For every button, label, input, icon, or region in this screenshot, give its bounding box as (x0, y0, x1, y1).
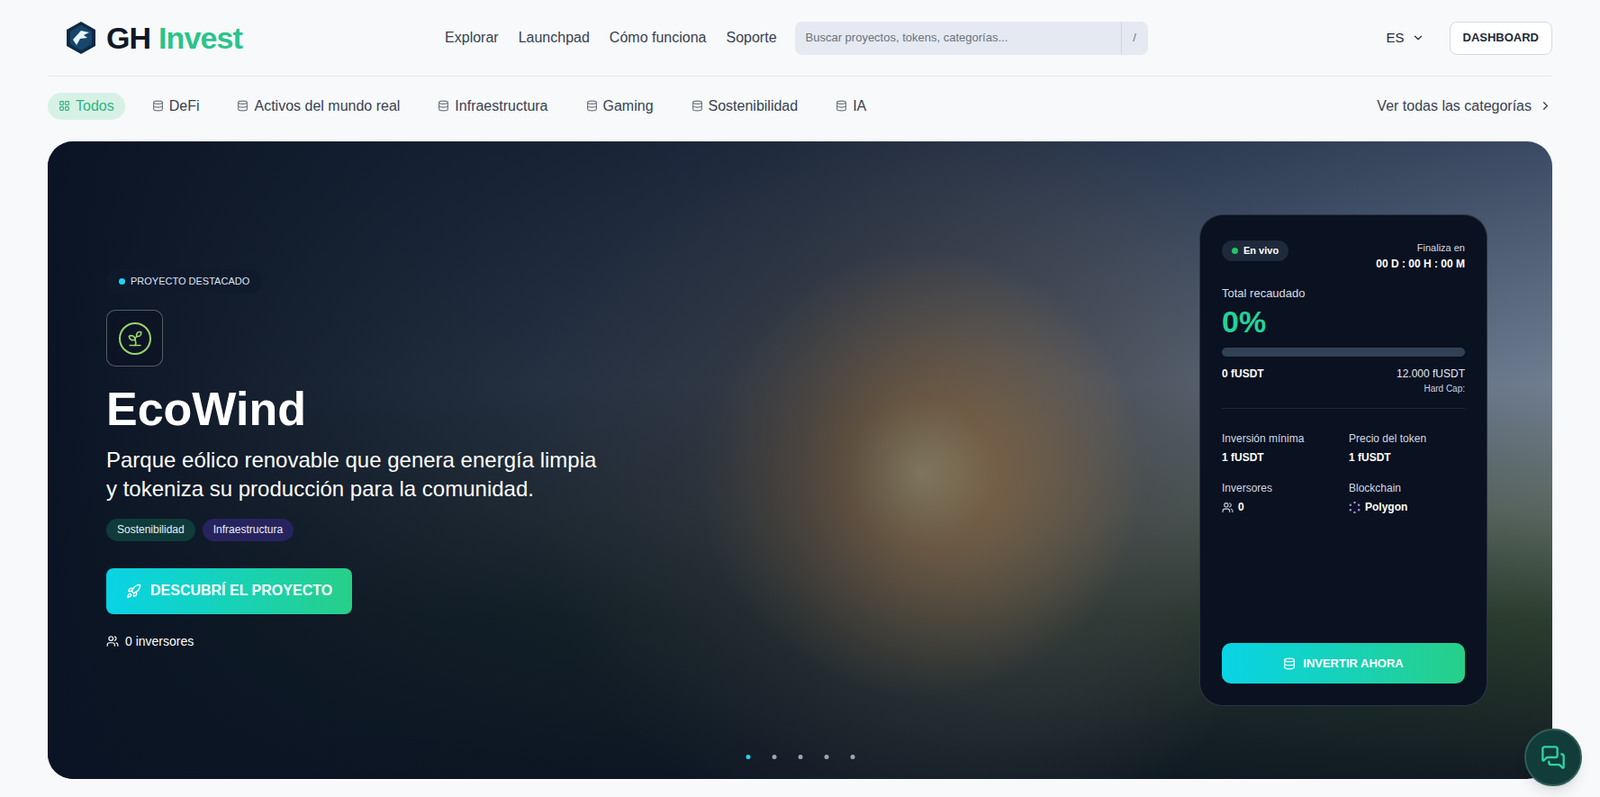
grid-icon (58, 99, 71, 112)
live-dot (1231, 247, 1239, 254)
hero-content: PROYECTO DESTACADO EcoWind Parque eólico r… (106, 269, 597, 651)
chat-icon (1540, 744, 1566, 770)
stat: Precio del token1 fUSDT (1348, 430, 1465, 466)
tag: Sostenibilidad (106, 518, 196, 542)
category-chip[interactable]: Activos del mundo real (225, 92, 411, 120)
database-icon (691, 99, 704, 112)
hard-cap-label: Hard Cap: (1396, 381, 1465, 396)
investor-count: 0 inversores (106, 632, 194, 651)
main-nav: Explorar Launchpad Cómo funciona Soporte (444, 27, 777, 49)
slide-dot[interactable] (849, 754, 855, 760)
database-icon (1283, 657, 1296, 670)
search-field[interactable]: Buscar proyectos, tokens, categorías.../ (795, 21, 1149, 55)
featured-badge: PROYECTO DESTACADO (106, 269, 263, 294)
polygon-icon (1348, 501, 1361, 514)
slide-dot[interactable] (745, 754, 751, 760)
category-chip[interactable]: IA (824, 92, 877, 120)
nav-link[interactable]: Explorar (444, 27, 499, 49)
hard-cap-value: 12.000 fUSDT (1396, 365, 1465, 382)
nav-link[interactable]: Launchpad (518, 27, 590, 49)
category-chip[interactable]: Infraestructura (426, 92, 559, 120)
stat: Inversión mínima1 fUSDT (1221, 430, 1338, 466)
see-all-categories[interactable]: Ver todas las categorías (1376, 95, 1553, 118)
rocket-icon (126, 583, 142, 599)
chat-button[interactable] (1524, 728, 1582, 787)
logo-suffix: Invest (158, 20, 243, 55)
live-status: En vivo (1221, 240, 1289, 262)
category-chip[interactable]: DeFi (141, 92, 211, 120)
database-icon (437, 99, 450, 112)
chevron-right-icon (1538, 99, 1553, 113)
raised-percent: 0% (1221, 305, 1465, 339)
stat: BlockchainPolygon (1348, 479, 1465, 516)
stat: Inversores0 (1221, 479, 1338, 516)
database-icon (835, 99, 848, 112)
raised-label: Total recaudado (1221, 284, 1465, 303)
logo-icon (64, 20, 98, 55)
invest-button[interactable]: INVERTIR AHORA (1221, 642, 1465, 684)
database-icon (586, 99, 598, 112)
project-logo (106, 309, 163, 367)
card-divider (1221, 407, 1465, 409)
countdown: Finaliza en00 D : 00 H : 00 M (1375, 240, 1465, 272)
sale-card: En vivo Finaliza en00 D : 00 H : 00 M Tota… (1199, 214, 1488, 706)
page: GH Invest Explorar Launchpad Cómo funciona S… (0, 0, 1600, 797)
users-icon (106, 634, 119, 648)
dashboard-button[interactable]: DASHBOARD (1449, 21, 1554, 55)
search-placeholder: Buscar proyectos, tokens, categorías... (795, 28, 1121, 47)
project-description: Parque eólico renovable que genera energ… (106, 445, 597, 505)
slide-dot[interactable] (771, 754, 777, 760)
database-icon (236, 99, 249, 112)
discover-button[interactable]: DESCUBRÍ EL PROYECTO (106, 568, 353, 615)
sprout-icon (126, 329, 145, 348)
slide-dots (745, 754, 855, 760)
category-chip[interactable]: Sostenibilidad (680, 92, 810, 120)
project-title: EcoWind (106, 382, 307, 437)
search-shortcut: / (1120, 21, 1149, 55)
logo-prefix: GH (106, 20, 151, 55)
hero-banner: PROYECTO DESTACADO EcoWind Parque eólico r… (47, 141, 1553, 779)
users-icon (1221, 501, 1234, 514)
category-chip[interactable]: Gaming (575, 92, 665, 120)
slide-dot[interactable] (797, 754, 803, 760)
stats-grid: Inversión mínima1 fUSDT Precio del token1… (1221, 430, 1465, 516)
raised-amount: 0 fUSDT (1221, 365, 1265, 382)
progress-bar (1221, 347, 1465, 357)
database-icon (152, 99, 164, 112)
nav-link[interactable]: Cómo funciona (609, 27, 707, 49)
logo[interactable]: GH Invest (64, 20, 243, 55)
category-chip[interactable]: Todos (47, 92, 126, 120)
chevron-down-icon (1411, 31, 1425, 45)
nav-link[interactable]: Soporte (725, 27, 777, 49)
tag-list: SostenibilidadInfraestructura (106, 518, 294, 542)
tag: Infraestructura (202, 518, 294, 542)
badge-dot (118, 278, 126, 285)
slide-dot[interactable] (823, 754, 829, 760)
language-select[interactable]: ES (1385, 27, 1424, 49)
top-bar: GH Invest Explorar Launchpad Cómo funciona S… (47, 0, 1553, 77)
category-bar: Todos DeFi Activos del mundo real Infraestr… (47, 90, 1553, 121)
